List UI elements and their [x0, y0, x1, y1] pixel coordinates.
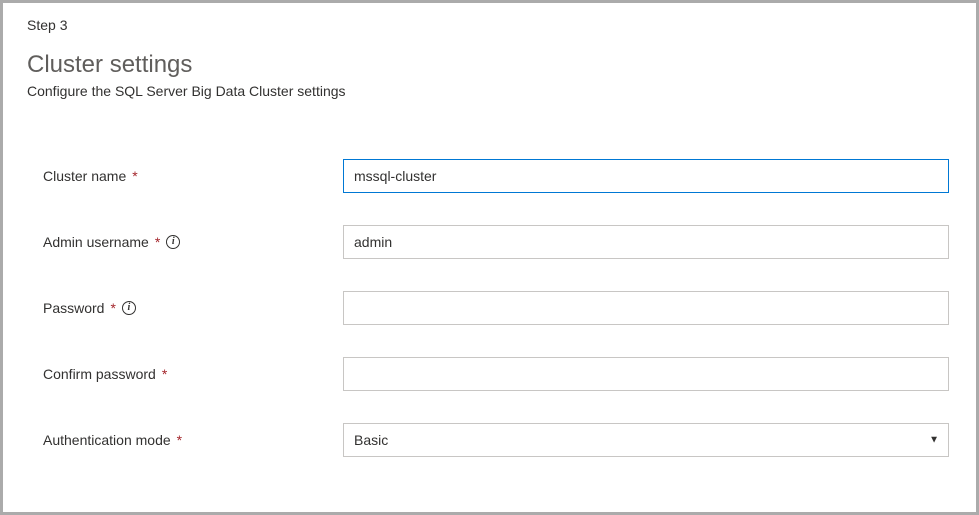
row-password: Password * i	[27, 291, 952, 325]
password-input[interactable]	[343, 291, 949, 325]
label-wrap-auth-mode: Authentication mode *	[43, 432, 343, 448]
cluster-name-input[interactable]	[343, 159, 949, 193]
info-icon[interactable]: i	[122, 301, 136, 315]
label-wrap-confirm-password: Confirm password *	[43, 366, 343, 382]
auth-mode-select-wrap: Basic ▼	[343, 423, 949, 457]
label-auth-mode: Authentication mode	[43, 432, 171, 448]
row-admin-username: Admin username * i	[27, 225, 952, 259]
label-wrap-cluster-name: Cluster name *	[43, 168, 343, 184]
row-auth-mode: Authentication mode * Basic ▼	[27, 423, 952, 457]
row-cluster-name: Cluster name *	[27, 159, 952, 193]
required-asterisk: *	[110, 300, 115, 316]
label-cluster-name: Cluster name	[43, 168, 126, 184]
confirm-password-input[interactable]	[343, 357, 949, 391]
row-confirm-password: Confirm password *	[27, 357, 952, 391]
admin-username-input[interactable]	[343, 225, 949, 259]
label-wrap-admin-username: Admin username * i	[43, 234, 343, 250]
required-asterisk: *	[162, 366, 167, 382]
step-label: Step 3	[27, 17, 952, 33]
page-title: Cluster settings	[27, 51, 952, 79]
required-asterisk: *	[132, 168, 137, 184]
label-password: Password	[43, 300, 104, 316]
auth-mode-select[interactable]: Basic	[343, 423, 949, 457]
cluster-settings-panel: Step 3 Cluster settings Configure the SQ…	[3, 3, 976, 513]
label-wrap-password: Password * i	[43, 300, 343, 316]
label-admin-username: Admin username	[43, 234, 149, 250]
label-confirm-password: Confirm password	[43, 366, 156, 382]
page-subtitle: Configure the SQL Server Big Data Cluste…	[27, 83, 952, 99]
required-asterisk: *	[177, 432, 182, 448]
info-icon[interactable]: i	[166, 235, 180, 249]
required-asterisk: *	[155, 234, 160, 250]
